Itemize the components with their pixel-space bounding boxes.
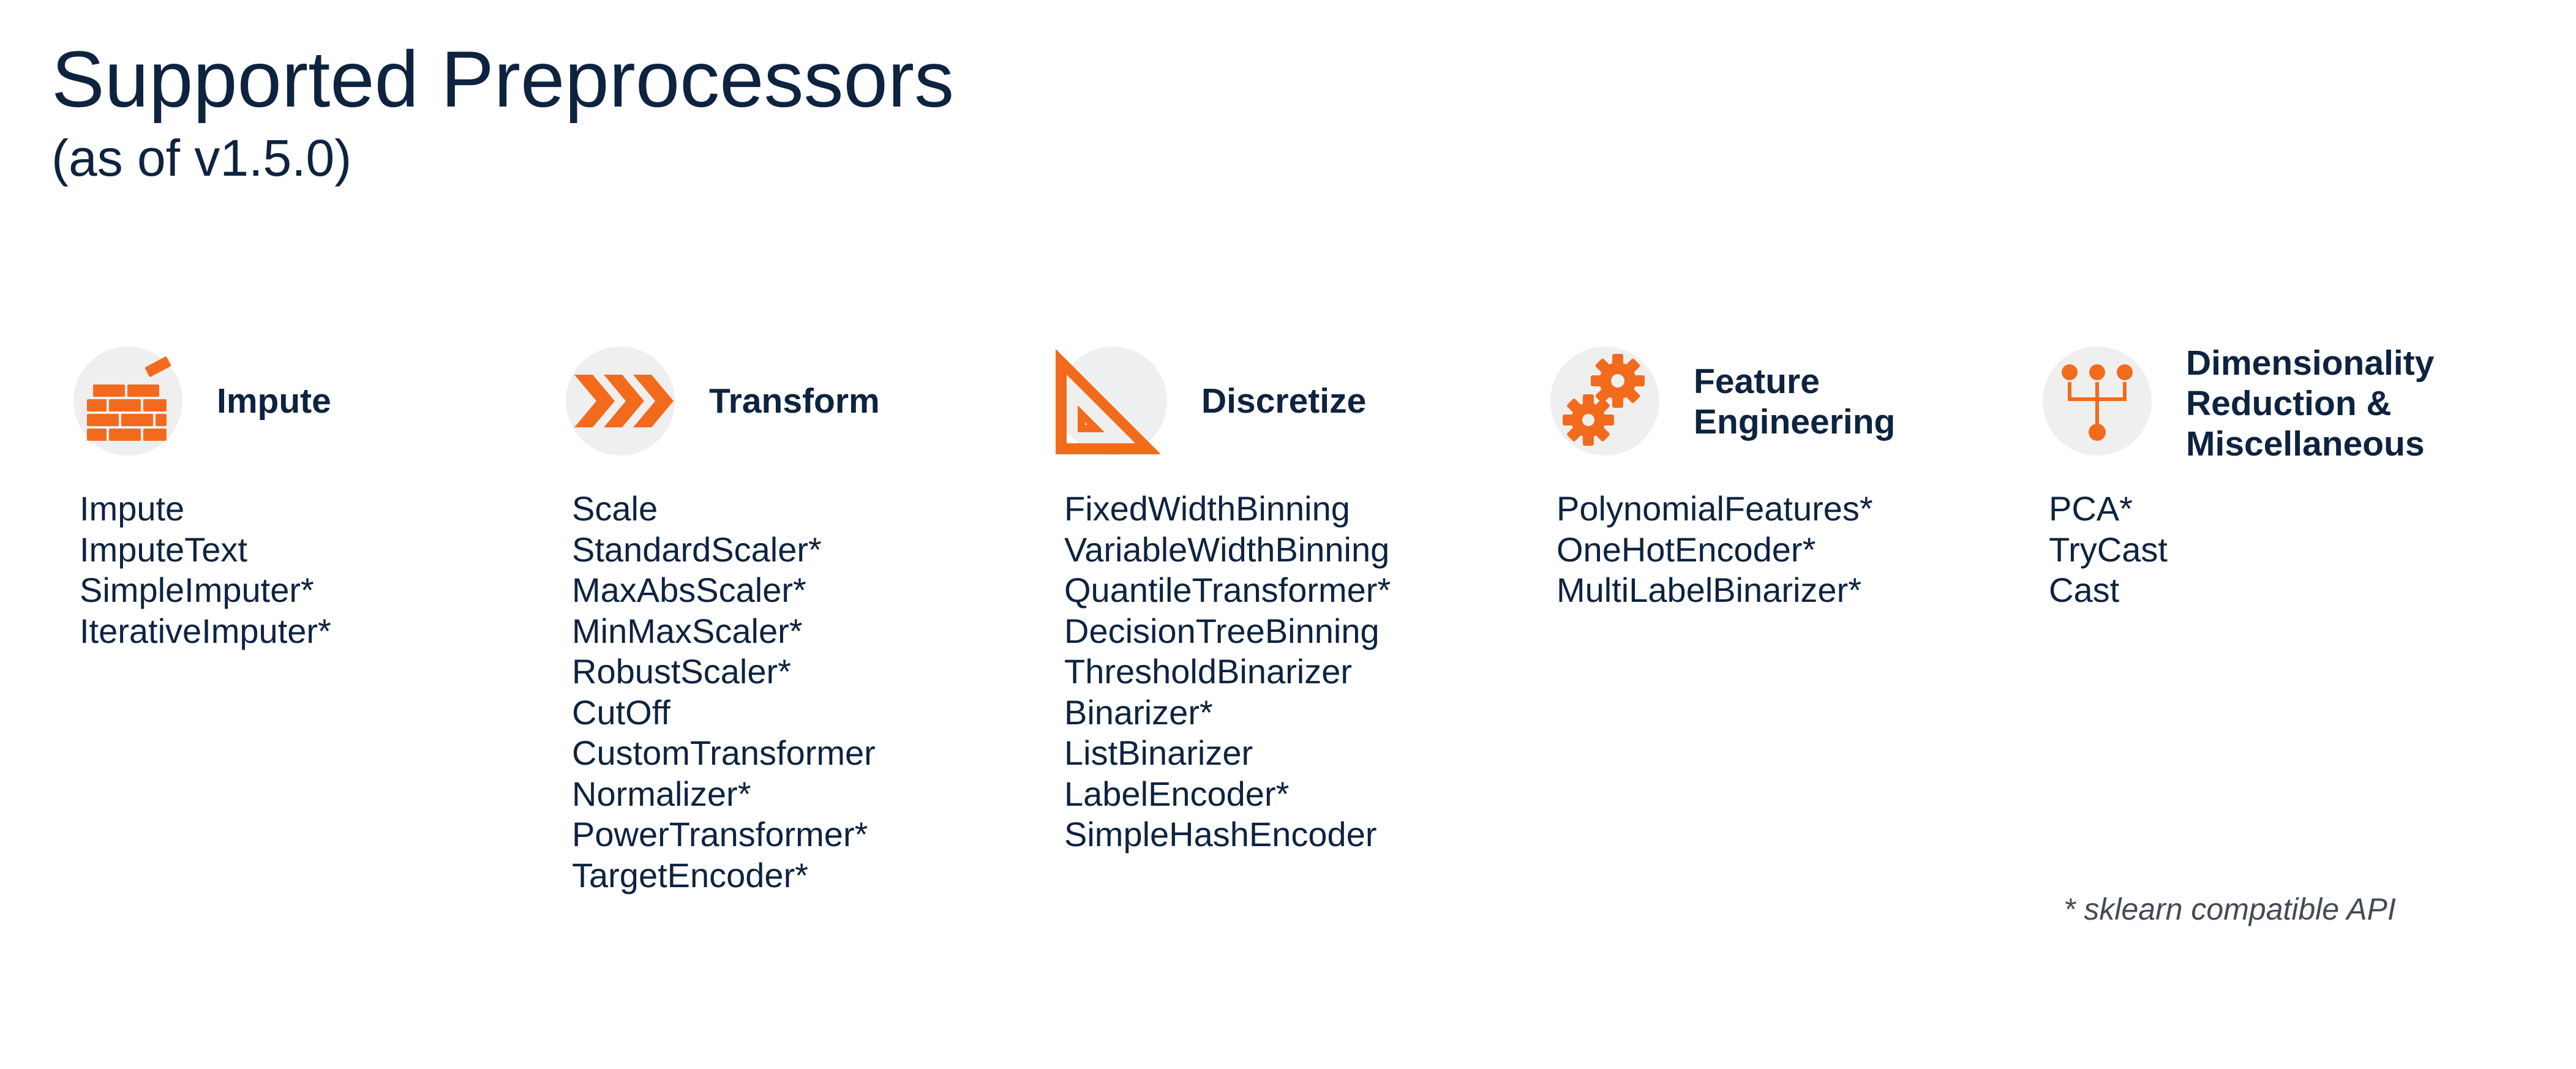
list-item: Normalizer*	[572, 774, 751, 813]
column-heading-line: Reduction &	[2186, 384, 2392, 423]
column-heading: Transform	[709, 381, 880, 421]
column-heading-line: Engineering	[1694, 402, 1896, 441]
column-heading: Feature Engineering	[1694, 361, 1895, 442]
list-item: SimpleHashEncoder	[1064, 815, 1377, 853]
item-list: FixedWidthBinning VariableWidthBinning Q…	[1064, 489, 1391, 855]
list-item: FixedWidthBinning	[1064, 489, 1350, 528]
item-list: PCA* TryCast Cast	[2049, 489, 2168, 611]
list-item: ThresholdBinarizer	[1064, 652, 1352, 691]
list-item: MinMaxScaler*	[572, 611, 803, 650]
list-item: TargetEncoder*	[572, 855, 809, 895]
column-transform: Transform Scale StandardScaler* MaxAbsSc…	[544, 343, 1009, 895]
list-item: IterativeImputer*	[80, 611, 331, 650]
list-item: CutOff	[572, 692, 670, 732]
column-header: Feature Engineering	[1528, 343, 1994, 465]
page-title: Supported Preprocessors	[51, 34, 955, 124]
list-item: MaxAbsScaler*	[572, 571, 806, 609]
list-item: OneHotEncoder*	[1556, 530, 1816, 569]
column-header: Dimensionality Reduction & Miscellaneous	[2021, 343, 2486, 465]
column-discretize: Discretize FixedWidthBinning VariableWid…	[1036, 343, 1501, 853]
list-item: Scale	[572, 489, 658, 528]
list-item: DecisionTreeBinning	[1064, 611, 1380, 650]
list-item: Binarizer*	[1064, 692, 1213, 732]
list-item: VariableWidthBinning	[1064, 530, 1390, 569]
column-impute: Impute Impute ImputeText SimpleImputer* …	[51, 343, 517, 650]
item-list: PolynomialFeatures* OneHotEncoder* Multi…	[1556, 489, 1873, 611]
column-header: Discretize	[1036, 343, 1501, 465]
list-item: RobustScaler*	[572, 652, 791, 691]
list-item: TryCast	[2049, 530, 2168, 569]
column-feature-engineering: Feature Engineering PolynomialFeatures* …	[1528, 343, 1994, 609]
list-item: PolynomialFeatures*	[1556, 489, 1873, 528]
column-heading-line: Feature	[1694, 362, 1820, 401]
chevrons-right-icon	[566, 347, 675, 456]
list-item: ImputeText	[80, 530, 247, 569]
column-dimensionality-reduction: Dimensionality Reduction & Miscellaneous…	[2021, 343, 2486, 609]
list-item: ListBinarizer	[1064, 733, 1253, 772]
set-square-ruler-icon	[1056, 347, 1167, 456]
item-list: Scale StandardScaler* MaxAbsScaler* MinM…	[572, 489, 876, 896]
list-item: PCA*	[2049, 489, 2133, 528]
list-item: QuantileTransformer*	[1064, 571, 1391, 609]
list-item: CustomTransformer	[572, 733, 876, 772]
list-item: Cast	[2049, 571, 2120, 609]
list-item: LabelEncoder*	[1064, 774, 1290, 813]
gears-icon	[1550, 347, 1659, 456]
page-subtitle: (as of v1.5.0)	[51, 129, 352, 187]
item-list: Impute ImputeText SimpleImputer* Iterati…	[80, 489, 331, 651]
column-header: Transform	[544, 343, 1009, 465]
column-heading-line: Dimensionality	[2186, 343, 2435, 383]
column-heading: Impute	[217, 381, 331, 421]
brick-wall-icon	[73, 347, 182, 456]
list-item: Impute	[80, 489, 185, 528]
list-item: StandardScaler*	[572, 530, 822, 569]
column-heading: Dimensionality Reduction & Miscellaneous	[2186, 343, 2434, 464]
footnote: * sklearn compatible API	[2063, 892, 2396, 926]
list-item: SimpleImputer*	[80, 571, 314, 609]
column-heading-line: Miscellaneous	[2186, 424, 2425, 463]
merge-nodes-icon	[2043, 347, 2152, 456]
column-heading: Discretize	[1201, 381, 1367, 421]
list-item: PowerTransformer*	[572, 815, 868, 853]
column-header: Impute	[51, 343, 517, 465]
list-item: MultiLabelBinarizer*	[1556, 571, 1862, 609]
